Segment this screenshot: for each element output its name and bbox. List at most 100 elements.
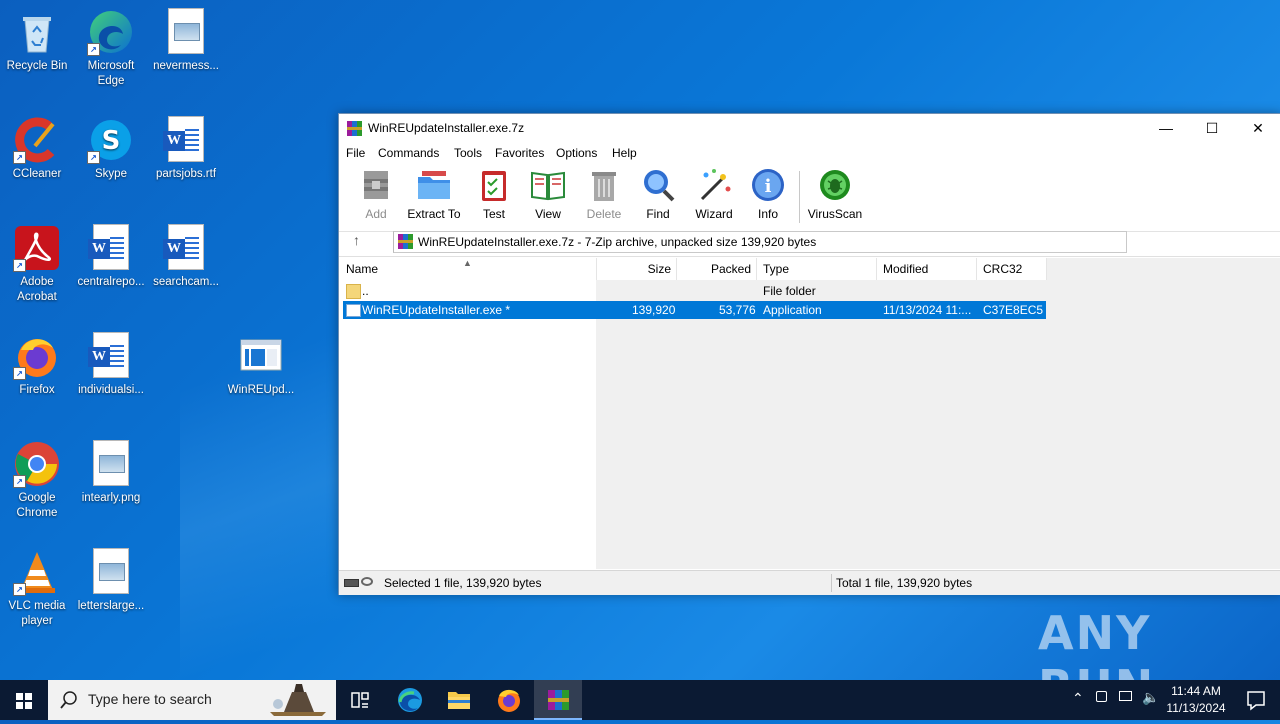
sort-ascending-icon: ▲ xyxy=(463,258,472,268)
toolbar-delete-button[interactable]: Delete xyxy=(576,167,632,221)
virusscan-bug-icon xyxy=(817,167,853,203)
toolbar-view-button[interactable]: View xyxy=(520,167,576,221)
desktop-icon-label: Recycle Bin xyxy=(6,60,68,72)
winrar-app-icon xyxy=(548,690,569,710)
status-separator xyxy=(831,574,832,592)
list-item-selected-file[interactable]: WinREUpdateInstaller.exe * 139,920 53,77… xyxy=(343,301,1046,319)
desktop-icon-chrome[interactable]: ↗ Google Chrome xyxy=(0,440,74,521)
menu-help[interactable]: Help xyxy=(612,146,637,160)
desktop-icon-intearly[interactable]: intearly.png xyxy=(74,440,148,506)
toolbar-extract-button[interactable]: Extract To xyxy=(406,167,462,221)
search-highlight-illustration-icon xyxy=(270,684,326,716)
desktop-icon-label: centralrepo... xyxy=(77,276,145,288)
toolbar-test-button[interactable]: Test xyxy=(466,167,522,221)
menu-options[interactable]: Options xyxy=(556,146,597,160)
desktop-icon-label: Adobe Acrobat xyxy=(17,276,57,303)
column-header-crc32[interactable]: CRC32 xyxy=(977,258,1047,280)
column-header-type[interactable]: Type xyxy=(757,258,877,280)
taskbar-edge[interactable] xyxy=(386,680,434,720)
svg-text:i: i xyxy=(765,176,772,197)
title-bar[interactable]: WinREUpdateInstaller.exe.7z — ☐ ✕ xyxy=(339,114,1280,143)
volume-icon[interactable]: 🔈 xyxy=(1142,689,1159,706)
column-header-modified[interactable]: Modified xyxy=(877,258,977,280)
status-total-text: Total 1 file, 139,920 bytes xyxy=(836,576,973,590)
menu-tools[interactable]: Tools xyxy=(454,146,482,160)
meet-now-icon[interactable] xyxy=(1096,691,1107,702)
notification-center-button[interactable] xyxy=(1232,680,1280,720)
toolbar-wizard-button[interactable]: Wizard xyxy=(686,167,742,221)
list-item-type: File folder xyxy=(763,284,816,298)
address-field[interactable]: WinREUpdateInstaller.exe.7z - 7-Zip arch… xyxy=(393,231,1127,253)
network-icon[interactable] xyxy=(1119,691,1132,701)
firefox-icon xyxy=(498,689,520,712)
status-bar: Selected 1 file, 139,920 bytes Total 1 f… xyxy=(339,570,1280,595)
shortcut-arrow-icon: ↗ xyxy=(13,259,26,272)
test-clipboard-icon xyxy=(476,167,512,203)
maximize-button[interactable]: ☐ xyxy=(1189,114,1235,143)
desktop-icon-letterslarge[interactable]: letterslarge... xyxy=(74,548,148,614)
desktop-icon-label: partsjobs.rtf xyxy=(155,168,217,180)
taskbar-firefox[interactable] xyxy=(485,680,533,720)
menu-commands[interactable]: Commands xyxy=(378,146,439,160)
desktop-icon-nevermess[interactable]: nevermess... xyxy=(149,8,223,74)
desktop-icon-label: WinREUpd... xyxy=(227,384,295,396)
system-tray: ⌃ 🔈 xyxy=(1066,680,1160,720)
image-file-icon xyxy=(87,440,135,488)
search-placeholder: Type here to search xyxy=(88,691,212,707)
toolbar-virusscan-button[interactable]: VirusScan xyxy=(807,167,863,221)
taskbar-file-explorer[interactable] xyxy=(435,680,483,720)
column-header-packed[interactable]: Packed xyxy=(677,258,757,280)
desktop-icon-winreupd[interactable]: WinREUpd... xyxy=(224,332,298,398)
desktop-icon-label: VLC media player xyxy=(8,600,66,627)
taskbar-clock[interactable]: 11:44 AM 11/13/2024 xyxy=(1160,683,1232,717)
column-header-name[interactable]: Name ▲ xyxy=(339,258,597,280)
edge-icon: ↗ xyxy=(87,8,135,56)
minimize-button[interactable]: — xyxy=(1143,114,1189,143)
column-header-label: CRC32 xyxy=(983,262,1023,276)
delete-trash-icon xyxy=(586,167,622,203)
list-item-name: .. xyxy=(362,284,369,298)
application-file-icon xyxy=(346,304,361,317)
desktop-icon-centralrepo[interactable]: W centralrepo... xyxy=(74,224,148,290)
menu-file[interactable]: File xyxy=(346,146,365,160)
taskbar-search-box[interactable]: Type here to search xyxy=(48,680,336,720)
chevron-up-icon[interactable]: ⌃ xyxy=(1072,690,1084,707)
skype-icon: S ↗ xyxy=(87,116,135,164)
desktop-icon-firefox[interactable]: ↗ Firefox xyxy=(0,332,74,398)
list-item-parent-folder[interactable]: .. File folder xyxy=(343,282,1046,300)
desktop-icon-label: searchcam... xyxy=(153,276,219,288)
desktop-icon-partsjobs[interactable]: W partsjobs.rtf xyxy=(149,116,223,182)
window-title: WinREUpdateInstaller.exe.7z xyxy=(368,121,525,135)
clock-date: 11/13/2024 xyxy=(1166,701,1226,715)
view-book-icon xyxy=(530,167,566,203)
toolbar-label: Info xyxy=(757,207,778,221)
column-header-label: Name xyxy=(346,262,379,276)
toolbar-label: Delete xyxy=(586,207,622,221)
desktop-icon-skype[interactable]: S ↗ Skype xyxy=(74,116,148,182)
drive-icon xyxy=(344,579,359,587)
desktop-icon-recycle-bin[interactable]: Recycle Bin xyxy=(0,8,74,74)
desktop-icon-vlc[interactable]: ↗ VLC media player xyxy=(0,548,74,629)
toolbar-label: View xyxy=(535,207,561,221)
list-item-type: Application xyxy=(763,303,822,317)
desktop-icon-ccleaner[interactable]: ↗ CCleaner xyxy=(0,116,74,182)
close-button[interactable]: ✕ xyxy=(1235,114,1280,143)
up-arrow-icon[interactable]: ↑ xyxy=(353,232,360,248)
address-bar: ↑ WinREUpdateInstaller.exe.7z - 7-Zip ar… xyxy=(339,228,1280,257)
desktop-icon-searchcam[interactable]: W searchcam... xyxy=(149,224,223,290)
desktop-icon-acrobat[interactable]: ↗ Adobe Acrobat xyxy=(0,224,74,305)
start-button[interactable] xyxy=(0,680,48,720)
toolbar-label: Test xyxy=(482,207,505,221)
taskbar-winrar[interactable] xyxy=(534,680,582,720)
toolbar-find-button[interactable]: Find xyxy=(630,167,686,221)
image-file-icon xyxy=(162,8,210,56)
menu-favorites[interactable]: Favorites xyxy=(495,146,544,160)
toolbar-info-button[interactable]: i Info xyxy=(740,167,796,221)
toolbar-add-button[interactable]: Add xyxy=(348,167,404,221)
column-header-size[interactable]: Size xyxy=(597,258,677,280)
firefox-icon: ↗ xyxy=(13,332,61,380)
desktop-icon-edge[interactable]: ↗ Microsoft Edge xyxy=(74,8,148,89)
task-view-button[interactable] xyxy=(336,680,384,720)
desktop-icon-individualsi[interactable]: W individualsi... xyxy=(74,332,148,398)
desktop-icon-label: intearly.png xyxy=(81,492,141,504)
